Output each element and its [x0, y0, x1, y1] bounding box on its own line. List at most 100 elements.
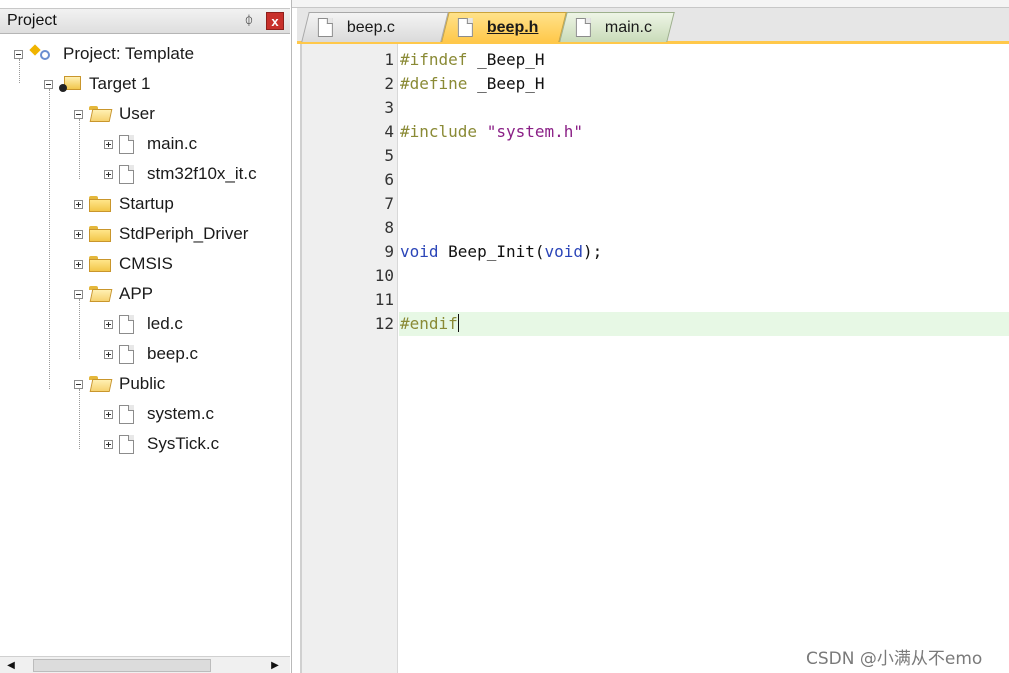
tree-item-project[interactable]: Project: Template	[14, 42, 194, 66]
code-token: #define	[400, 74, 468, 93]
line-number: 7	[384, 194, 394, 213]
line-number: 1	[384, 50, 394, 69]
collapse-icon[interactable]	[14, 49, 23, 59]
code-token: #ifndef	[400, 50, 468, 69]
code-line[interactable]: 12 #endif	[302, 312, 1009, 336]
expand-icon[interactable]	[104, 349, 113, 359]
code-text: #define _Beep_H	[400, 72, 545, 96]
code-token: );	[583, 242, 603, 261]
editor-tab-bar: beep.c main.c beep.h	[297, 8, 1009, 44]
code-line[interactable]: 10	[302, 264, 1009, 288]
tree-group-stdperiph-driver[interactable]: StdPeriph_Driver	[74, 222, 248, 246]
tree-file-stm32f10x-it-c[interactable]: stm32f10x_it.c	[104, 162, 257, 186]
tree-item-label: stm32f10x_it.c	[147, 164, 257, 183]
code-line[interactable]: 1 #ifndef _Beep_H	[302, 48, 1009, 72]
tree-group-cmsis[interactable]: CMSIS	[74, 252, 173, 276]
tree-file-main-c[interactable]: main.c	[104, 132, 197, 156]
code-editor[interactable]: 1 #ifndef _Beep_H 2 #define _Beep_H 3 4 #inclu…	[300, 44, 1009, 673]
code-line[interactable]: 2 #define _Beep_H	[302, 72, 1009, 96]
tree-connector	[49, 89, 50, 389]
file-icon	[119, 314, 134, 334]
project-pane-title: Project	[7, 12, 57, 29]
tree-item-label: Public	[119, 374, 166, 393]
code-line[interactable]: 5	[302, 144, 1009, 168]
file-icon	[317, 18, 333, 37]
tree-file-systick-c[interactable]: SysTick.c	[104, 432, 219, 456]
expand-icon[interactable]	[104, 319, 113, 329]
file-icon	[119, 134, 134, 154]
code-text: #endif	[400, 312, 459, 336]
expand-icon[interactable]	[104, 139, 113, 149]
horizontal-scrollbar[interactable]: ◀ ▶	[0, 656, 290, 673]
code-token: _Beep_H	[467, 74, 545, 93]
tree-item-label: APP	[119, 284, 154, 303]
tab-beep-c[interactable]: beep.c	[301, 12, 449, 42]
expand-icon[interactable]	[74, 259, 83, 269]
expand-icon[interactable]	[104, 439, 113, 449]
code-line[interactable]: 3	[302, 96, 1009, 120]
tree-group-user[interactable]: User	[74, 102, 155, 126]
tab-beep-h[interactable]: beep.h	[441, 12, 567, 42]
tree-item-label: system.c	[147, 404, 215, 423]
tree-item-label: Project: Template	[63, 44, 195, 63]
tree-group-public[interactable]: Public	[74, 372, 165, 396]
expand-icon[interactable]	[104, 409, 113, 419]
code-text: #ifndef _Beep_H	[400, 48, 545, 72]
tree-file-led-c[interactable]: led.c	[104, 312, 183, 336]
code-token: Beep_Init(	[438, 242, 545, 261]
tree-item-target[interactable]: Target 1	[44, 72, 150, 96]
scrollbar-thumb[interactable]	[33, 659, 211, 672]
folder-icon	[89, 226, 111, 242]
line-number: 5	[384, 146, 394, 165]
code-line[interactable]: 9 void Beep_Init(void);	[302, 240, 1009, 264]
collapse-icon[interactable]	[74, 289, 83, 299]
tree-file-system-c[interactable]: system.c	[104, 402, 214, 426]
scroll-left-icon[interactable]: ◀	[4, 659, 18, 673]
file-icon	[119, 344, 134, 364]
folder-icon	[89, 196, 111, 212]
expand-icon[interactable]	[74, 229, 83, 239]
tree-group-app[interactable]: APP	[74, 282, 153, 306]
tree-group-startup[interactable]: Startup	[74, 192, 174, 216]
collapse-icon[interactable]	[44, 79, 53, 89]
code-token: _Beep_H	[467, 50, 545, 69]
pin-icon[interactable]: ᛰ	[242, 12, 256, 28]
expand-icon[interactable]	[74, 199, 83, 209]
code-token: void	[400, 242, 439, 261]
scroll-right-icon[interactable]: ▶	[268, 659, 282, 673]
code-line[interactable]: 6	[302, 168, 1009, 192]
tree-item-label: Target 1	[89, 74, 151, 93]
tree-item-label: Startup	[119, 194, 174, 213]
folder-open-icon	[89, 376, 111, 392]
tab-main-c[interactable]: main.c	[559, 12, 675, 42]
line-number: 2	[384, 74, 394, 93]
tab-label: main.c	[604, 18, 653, 36]
line-number: 11	[374, 290, 394, 309]
code-line[interactable]: 4 #include "system.h"	[302, 120, 1009, 144]
active-line-highlight	[399, 312, 1009, 336]
tree-connector	[79, 389, 80, 449]
code-token: #endif	[400, 314, 458, 333]
watermark: CSDN @小满从不emo	[806, 649, 983, 669]
folder-open-icon	[89, 106, 111, 122]
project-pane: Project ᛰ x Project: Template Target 1 U…	[0, 0, 292, 673]
close-pane-button[interactable]: x	[266, 12, 284, 30]
code-token: void	[544, 242, 584, 261]
code-line[interactable]: 7	[302, 192, 1009, 216]
line-number: 4	[384, 122, 394, 141]
folder-open-icon	[89, 286, 111, 302]
collapse-icon[interactable]	[74, 379, 83, 389]
code-line[interactable]: 11	[302, 288, 1009, 312]
tree-item-label: main.c	[147, 134, 198, 153]
expand-icon[interactable]	[104, 169, 113, 179]
project-pane-header: Project ᛰ x	[0, 8, 290, 34]
file-icon	[575, 18, 591, 37]
tree-connector	[79, 299, 80, 359]
collapse-icon[interactable]	[74, 109, 83, 119]
file-icon	[457, 18, 473, 37]
code-line[interactable]: 8	[302, 216, 1009, 240]
tree-item-label: CMSIS	[119, 254, 173, 273]
tree-file-beep-c[interactable]: beep.c	[104, 342, 198, 366]
line-number: 10	[374, 266, 394, 285]
